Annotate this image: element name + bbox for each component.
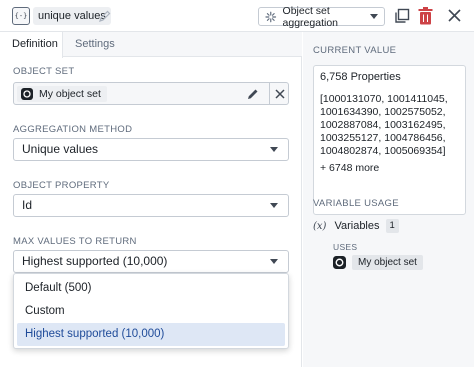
- variables-label: Variables: [334, 220, 380, 232]
- copy-icon[interactable]: [394, 8, 410, 24]
- field-divider: [269, 83, 270, 104]
- variable-type-label: Object set aggregation: [282, 4, 338, 29]
- chevron-down-icon: [270, 259, 278, 264]
- current-value-label: CURRENT VALUE: [313, 45, 397, 56]
- variable-function-icon: (x): [313, 220, 327, 232]
- value-line: 1004802874, 1005069354]: [320, 145, 446, 157]
- object-property-label: OBJECT PROPERTY: [13, 180, 110, 191]
- chevron-down-icon: [270, 147, 278, 152]
- close-icon[interactable]: [275, 89, 285, 99]
- value-list: [1000131070, 1001411045, 1001634390, 100…: [320, 93, 459, 158]
- object-set-chip[interactable]: My object set: [17, 86, 107, 102]
- menu-item-highest-supported[interactable]: Highest supported (10,000): [17, 323, 285, 346]
- max-values-value: Highest supported (10,000): [22, 254, 168, 268]
- pencil-icon[interactable]: [247, 88, 259, 100]
- aggregation-method-value: Unique values: [22, 142, 99, 156]
- tab-settings[interactable]: Settings: [63, 32, 127, 57]
- object-set-label: OBJECT SET: [13, 66, 75, 77]
- property-count: 6,758 Properties: [320, 71, 401, 83]
- object-property-select[interactable]: Id: [13, 194, 289, 217]
- chevron-down-icon: [270, 203, 278, 208]
- tab-bar: Definition Settings: [0, 32, 302, 58]
- variable-icon: {-}: [12, 7, 30, 25]
- value-line: [1000131070, 1001411045,: [320, 93, 448, 105]
- aggregation-method-select[interactable]: Unique values: [13, 138, 289, 161]
- variable-info-panel: CURRENT VALUE 6,758 Properties [10001310…: [303, 32, 474, 367]
- max-values-dropdown-menu: Default (500) Custom Highest supported (…: [13, 273, 289, 349]
- tab-definition[interactable]: Definition: [0, 32, 63, 58]
- object-set-icon: [21, 88, 33, 100]
- menu-item-default[interactable]: Default (500): [17, 277, 285, 300]
- current-value-box: 6,758 Properties [1000131070, 1001411045…: [313, 65, 466, 215]
- uses-item[interactable]: My object set: [333, 254, 423, 270]
- menu-item-custom[interactable]: Custom: [17, 300, 285, 323]
- variables-count-badge: 1: [385, 219, 399, 233]
- close-icon[interactable]: [448, 9, 461, 22]
- object-set-field[interactable]: My object set: [13, 82, 289, 105]
- variable-header: {-} unique values Object set aggregation: [0, 0, 474, 32]
- more-values: + 6748 more: [320, 162, 380, 174]
- value-line: 1002887084, 1003162495,: [320, 119, 446, 131]
- value-line: 1001634390, 1002575052,: [320, 106, 446, 118]
- value-line: 1003255127, 1004786456,: [320, 132, 446, 144]
- object-property-value: Id: [22, 198, 33, 212]
- variable-type-select[interactable]: Object set aggregation: [258, 4, 385, 29]
- object-set-value: My object set: [39, 88, 101, 100]
- aggregation-icon: [265, 11, 277, 22]
- uses-label: USES: [333, 242, 358, 252]
- max-values-select[interactable]: Highest supported (10,000): [13, 250, 289, 273]
- trash-icon[interactable]: [418, 7, 433, 25]
- pencil-icon[interactable]: [98, 9, 112, 23]
- variables-row[interactable]: (x) Variables 1: [313, 218, 399, 234]
- uses-item-label: My object set: [352, 254, 423, 270]
- max-values-label: MAX VALUES TO RETURN: [13, 236, 137, 247]
- aggregation-method-label: AGGREGATION METHOD: [13, 124, 133, 135]
- object-set-icon: [333, 255, 346, 269]
- variable-usage-label: VARIABLE USAGE: [313, 198, 399, 209]
- chevron-down-icon: [370, 14, 378, 19]
